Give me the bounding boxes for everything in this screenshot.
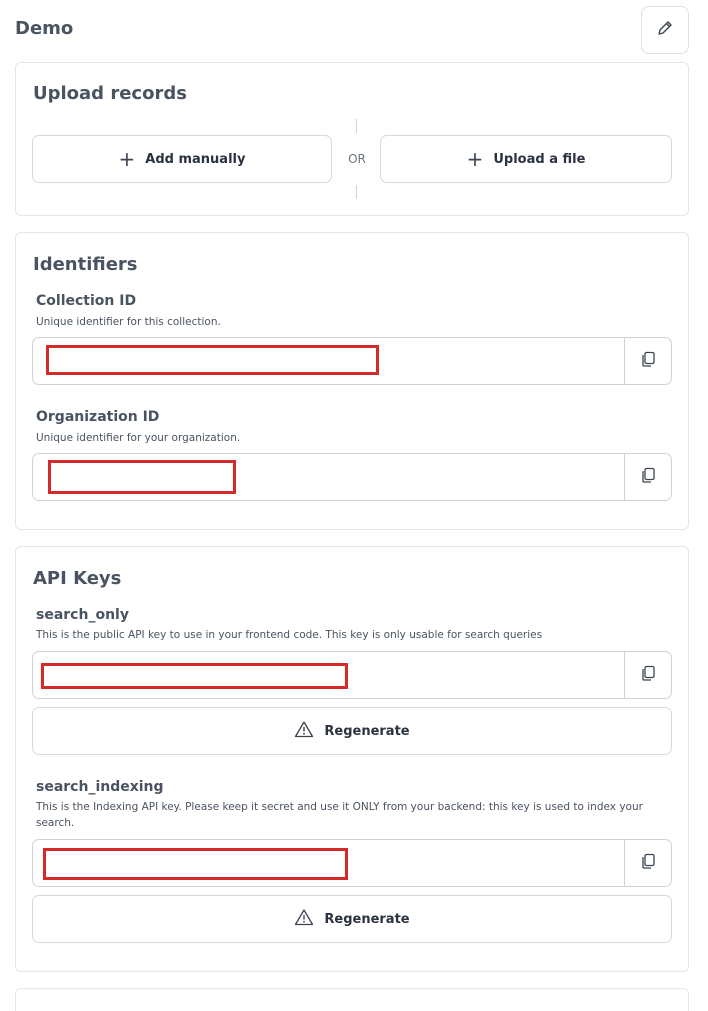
collection-id-label: Collection ID — [36, 293, 137, 309]
warning-icon — [294, 908, 314, 930]
pencil-icon — [656, 19, 674, 41]
identifiers-title: Identifiers — [33, 254, 138, 275]
search-indexing-description: This is the Indexing API key. Please kee… — [36, 801, 643, 829]
plus-icon: + — [466, 147, 484, 171]
or-divider-bottom — [356, 185, 357, 199]
copy-collection-id-button[interactable] — [624, 338, 671, 384]
collection-id-description: Unique identifier for this collection. — [36, 316, 221, 328]
upload-file-button[interactable]: + Upload a file — [380, 135, 672, 183]
plus-icon: + — [118, 147, 136, 171]
organization-id-description: Unique identifier for your organization. — [36, 432, 241, 444]
regenerate-label: Regenerate — [324, 723, 410, 739]
search-indexing-label: search_indexing — [36, 779, 164, 795]
api-keys-card: API Keys search_only This is the public … — [15, 546, 689, 972]
copy-search-indexing-key-button[interactable] — [624, 840, 671, 886]
copy-icon — [639, 466, 657, 488]
search-only-label: search_only — [36, 607, 129, 623]
upload-records-card: Upload records + Add manually OR + Uploa… — [15, 62, 689, 216]
copy-icon — [639, 350, 657, 372]
copy-icon — [639, 852, 657, 874]
api-keys-title: API Keys — [33, 568, 122, 589]
regenerate-search-indexing-button[interactable]: Regenerate — [32, 895, 672, 943]
page-title: Demo — [15, 18, 74, 39]
add-manually-button[interactable]: + Add manually — [32, 135, 332, 183]
next-card — [15, 988, 689, 1011]
organization-id-field[interactable] — [32, 453, 672, 501]
redaction-box — [41, 663, 348, 689]
organization-id-label: Organization ID — [36, 409, 160, 425]
edit-button[interactable] — [641, 6, 689, 54]
redaction-box — [48, 460, 236, 494]
redaction-box — [46, 345, 379, 375]
copy-organization-id-button[interactable] — [624, 454, 671, 500]
search-indexing-key-field[interactable] — [32, 839, 672, 887]
or-text: OR — [348, 152, 366, 166]
regenerate-search-only-button[interactable]: Regenerate — [32, 707, 672, 755]
search-only-key-field[interactable] — [32, 651, 672, 699]
search-only-description: This is the public API key to use in you… — [36, 629, 543, 641]
copy-search-only-key-button[interactable] — [624, 652, 671, 698]
identifiers-card: Identifiers Collection ID Unique identif… — [15, 232, 689, 530]
add-manually-label: Add manually — [145, 151, 246, 167]
regenerate-label: Regenerate — [324, 911, 410, 927]
collection-id-field[interactable] — [32, 337, 672, 385]
redaction-box — [43, 848, 348, 880]
upload-records-title: Upload records — [33, 83, 187, 104]
copy-icon — [639, 664, 657, 686]
warning-icon — [294, 720, 314, 742]
upload-file-label: Upload a file — [493, 151, 586, 167]
or-divider-top — [356, 119, 357, 133]
